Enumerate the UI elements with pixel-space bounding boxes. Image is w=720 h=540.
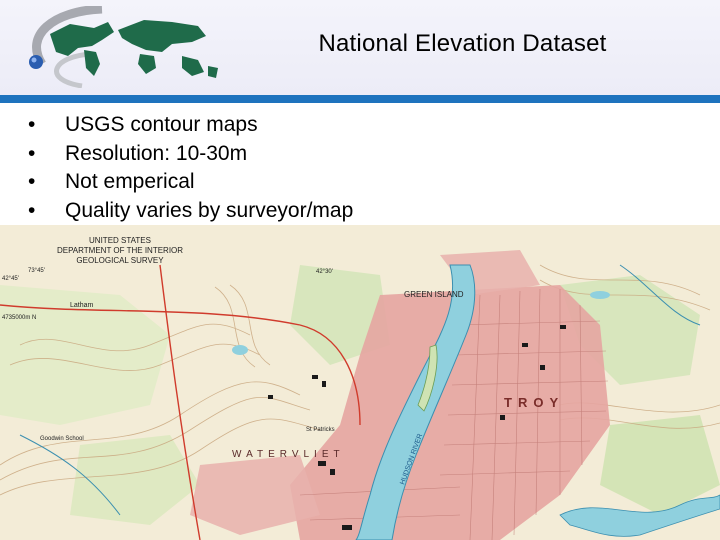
map-header-line: GEOLOGICAL SURVEY [76,256,164,265]
bullet-item: • Quality varies by surveyor/map [28,197,353,226]
bullet-item: • Resolution: 10-30m [28,140,353,169]
slide-title: National Elevation Dataset [318,30,607,57]
bullet-text: Quality varies by surveyor/map [65,198,354,222]
map-label-school: Goodwin School [40,436,84,442]
bullet-text: Resolution: 10-30m [65,141,248,165]
bullet-text: Not emperical [65,170,195,194]
bullet-item: • USGS contour maps [28,111,353,140]
bullet-list: • USGS contour maps • Resolution: 10-30m •… [28,111,353,225]
map-label-church: St Patricks [306,427,335,433]
bullet-item: • Not emperical [28,168,353,197]
bullet-glyph: • [28,113,36,136]
bullet-glyph: • [28,198,36,222]
slide-header: National Elevation Dataset [0,0,720,95]
bullet-text: USGS contour maps [65,113,258,136]
map-label-green-island: GREEN ISLAND [404,290,464,299]
map-label-troy: TROY [504,395,564,410]
map-coordinate: 42°45' [2,276,19,282]
topographic-map-image: UNITED STATES DEPARTMENT OF THE INTERIOR… [0,225,720,540]
map-coordinate: 4735000m N [2,315,36,321]
bullet-glyph: • [28,141,36,165]
map-coordinate: 42°30' [316,269,333,275]
bullet-glyph: • [28,170,36,194]
map-label-watervliet: WATERVLIET [232,449,345,460]
world-map-logo [22,4,222,89]
map-label-latham: Latham [70,302,94,309]
map-header-line: UNITED STATES [89,236,151,245]
map-coordinate: 73°45' [28,268,45,274]
map-header-line: DEPARTMENT OF THE INTERIOR [57,246,183,255]
header-rule [0,95,720,103]
